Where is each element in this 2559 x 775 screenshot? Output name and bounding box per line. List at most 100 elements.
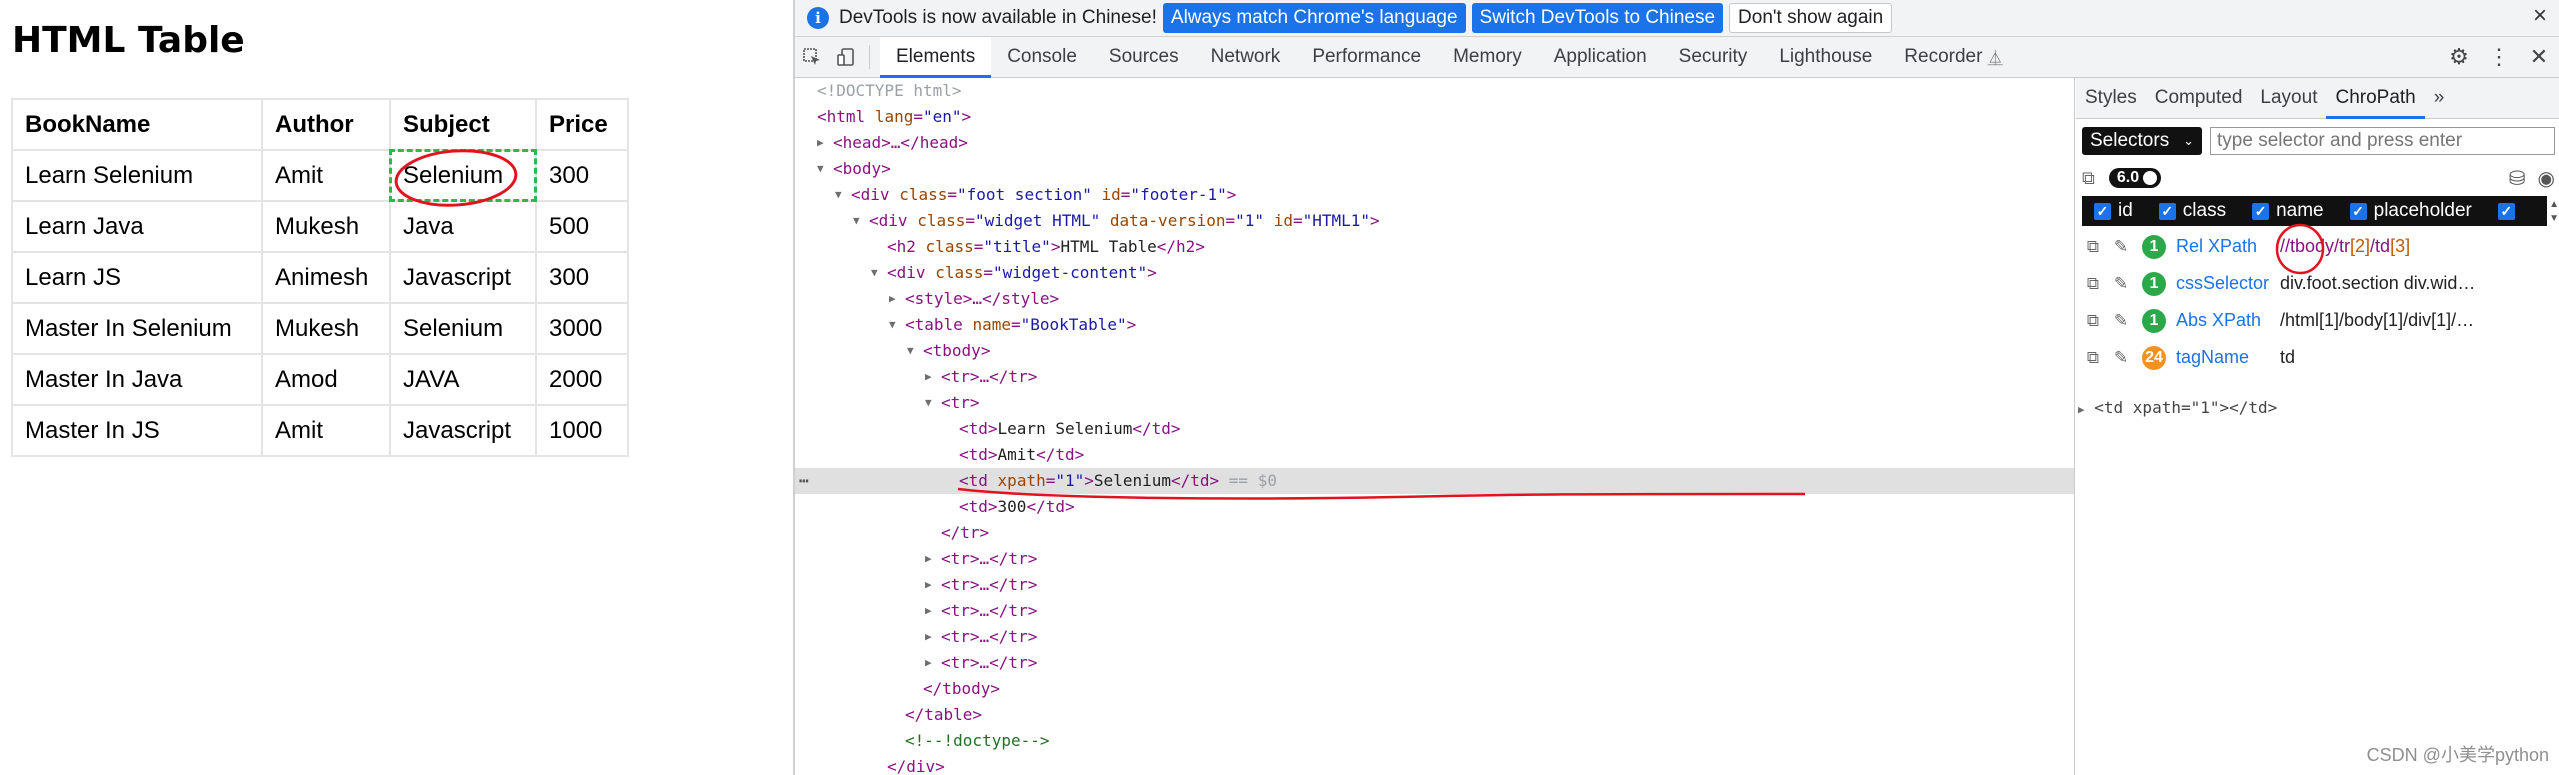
dom-node-body[interactable]: ▼ <body> <box>795 156 2074 182</box>
attr-extra-checkbox[interactable]: ✓ <box>2497 202 2522 220</box>
expand-triangle-icon[interactable]: ▶ <box>925 650 937 676</box>
highlighted-cell[interactable]: Selenium <box>389 149 537 202</box>
edit-pencil-icon[interactable]: ✎ <box>2110 348 2132 368</box>
tab-elements[interactable]: Elements <box>880 37 992 78</box>
locator-value[interactable]: div.foot.section div.wid… <box>2280 273 2475 294</box>
locator-row-tagname[interactable]: ⧉ ✎ 24 tagName td <box>2082 339 2547 376</box>
dom-node-td[interactable]: <td>300</td> <box>795 494 2074 520</box>
dom-node-td[interactable]: <td>Amit</td> <box>795 442 2074 468</box>
collapse-triangle-icon[interactable]: ▼ <box>889 312 901 338</box>
dom-node-tr-collapsed[interactable]: ▶ <tr>…</tr> <box>795 624 2074 650</box>
copy-icon[interactable]: ⧉ <box>2082 274 2104 294</box>
expand-triangle-icon[interactable]: ▶ <box>2078 403 2085 416</box>
tab-security[interactable]: Security <box>1663 37 1764 77</box>
dom-preview[interactable]: ▶ <td xpath="1"></td> <box>2078 398 2277 417</box>
infobar-close-icon[interactable]: × <box>2533 2 2547 30</box>
target-icon[interactable]: ◉ <box>2538 166 2555 191</box>
tab-recorder[interactable]: Recorder ⏅ <box>1888 37 2018 77</box>
dom-node-tbody[interactable]: ▼ <tbody> <box>795 338 2074 364</box>
close-devtools-icon[interactable]: ✕ <box>2519 44 2559 70</box>
tab-sources[interactable]: Sources <box>1093 37 1195 77</box>
scroll-up-icon[interactable]: ▲ <box>2549 198 2559 212</box>
dom-node-div-content[interactable]: ▼ <div class="widget-content"> <box>795 260 2074 286</box>
dom-node-table[interactable]: ▼ <table name="BookTable"> <box>795 312 2074 338</box>
attr-id-checkbox[interactable]: ✓ id <box>2094 200 2133 222</box>
dom-node-tr-collapsed[interactable]: ▶ <tr>…</tr> <box>795 546 2074 572</box>
tab-network[interactable]: Network <box>1195 37 1297 77</box>
collapse-triangle-icon[interactable]: ▼ <box>853 208 865 234</box>
filter-settings-icon[interactable]: ⛁ <box>2509 166 2526 191</box>
dom-node-tr-collapsed[interactable]: ▶ <tr>…</tr> <box>795 650 2074 676</box>
collapse-triangle-icon[interactable]: ▼ <box>835 182 847 208</box>
tab-memory[interactable]: Memory <box>1437 37 1538 77</box>
inspect-element-icon[interactable] <box>795 37 829 77</box>
tab-chropath[interactable]: ChroPath <box>2326 78 2426 119</box>
expand-triangle-icon[interactable]: ▶ <box>925 546 937 572</box>
dom-node-table-close[interactable]: </table> <box>795 702 2074 728</box>
dom-node-tr-close[interactable]: </tr> <box>795 520 2074 546</box>
dont-show-again-button[interactable]: Don't show again <box>1729 3 1893 33</box>
collapse-triangle-icon[interactable]: ▼ <box>925 390 937 416</box>
tab-lighthouse[interactable]: Lighthouse <box>1763 37 1888 77</box>
expand-triangle-icon[interactable]: ▶ <box>925 598 937 624</box>
more-tabs-icon[interactable]: » <box>2425 78 2454 118</box>
node-actions-ellipsis-icon[interactable]: ⋯ <box>799 468 809 494</box>
locator-value[interactable]: //tbody/tr[2]/td[3] <box>2280 236 2410 257</box>
dom-node-tr-collapsed[interactable]: ▶ <tr>…</tr> <box>795 598 2074 624</box>
tab-styles[interactable]: Styles <box>2076 78 2146 118</box>
settings-gear-icon[interactable]: ⚙ <box>2439 44 2479 70</box>
collapse-triangle-icon[interactable]: ▼ <box>817 156 829 182</box>
edit-pencil-icon[interactable]: ✎ <box>2110 274 2132 294</box>
attr-scroll-arrows[interactable]: ▲ ▼ <box>2549 198 2559 226</box>
copy-icon[interactable]: ⧉ <box>2082 311 2104 331</box>
dom-node-tr-expanded[interactable]: ▼ <tr> <box>795 390 2074 416</box>
locator-row-css[interactable]: ⧉ ✎ 1 cssSelector div.foot.section div.w… <box>2082 265 2547 302</box>
tab-performance[interactable]: Performance <box>1296 37 1437 77</box>
dom-node-head[interactable]: ▶ <head>…</head> <box>795 130 2074 156</box>
scroll-down-icon[interactable]: ▼ <box>2549 212 2559 226</box>
dom-node-div-close[interactable]: </div> <box>795 754 2074 775</box>
switch-to-chinese-button[interactable]: Switch DevTools to Chinese <box>1471 3 1724 33</box>
dom-node-div-footer[interactable]: ▼ <div class="foot section" id="footer-1"… <box>795 182 2074 208</box>
edit-pencil-icon[interactable]: ✎ <box>2110 237 2132 257</box>
locator-row-rel-xpath[interactable]: ⧉ ✎ 1 Rel XPath //tbody/tr[2]/td[3] <box>2082 228 2547 265</box>
version-toggle[interactable]: 6.0 <box>2108 168 2162 188</box>
attr-class-checkbox[interactable]: ✓ class <box>2158 200 2226 222</box>
tab-application[interactable]: Application <box>1538 37 1663 77</box>
collapse-triangle-icon[interactable]: ▼ <box>907 338 919 364</box>
dom-node-tr-collapsed[interactable]: ▶ <tr>…</tr> <box>795 364 2074 390</box>
locator-value[interactable]: td <box>2280 347 2295 368</box>
dom-node-tbody-close[interactable]: </tbody> <box>795 676 2074 702</box>
expand-triangle-icon[interactable]: ▶ <box>925 364 937 390</box>
copy-icon[interactable]: ⧉ <box>2082 348 2104 368</box>
tab-computed[interactable]: Computed <box>2146 78 2252 118</box>
dom-node-h2[interactable]: <h2 class="title">HTML Table</h2> <box>795 234 2074 260</box>
dom-node-html[interactable]: <html lang="en"> <box>795 104 2074 130</box>
dom-node-div-widget[interactable]: ▼ <div class="widget HTML" data-version="… <box>795 208 2074 234</box>
copy-icon[interactable]: ⧉ <box>2082 168 2095 189</box>
dom-node-td[interactable]: <td>Learn Selenium</td> <box>795 416 2074 442</box>
selector-input[interactable] <box>2210 127 2555 155</box>
attr-placeholder-checkbox[interactable]: ✓ placeholder <box>2349 200 2472 222</box>
dom-node-style[interactable]: ▶ <style>…</style> <box>795 286 2074 312</box>
more-options-icon[interactable]: ⋮ <box>2479 44 2519 70</box>
selectors-dropdown[interactable]: Selectors ⌄ <box>2082 127 2202 155</box>
tab-layout[interactable]: Layout <box>2251 78 2326 118</box>
expand-triangle-icon[interactable]: ▶ <box>925 572 937 598</box>
tab-console[interactable]: Console <box>991 37 1093 77</box>
dom-node-td-selected[interactable]: ⋯ <td xpath="1">Selenium</td> == $0 <box>795 468 2074 494</box>
expand-triangle-icon[interactable]: ▶ <box>817 130 829 156</box>
always-match-language-button[interactable]: Always match Chrome's language <box>1162 3 1466 33</box>
dom-node-tr-collapsed[interactable]: ▶ <tr>…</tr> <box>795 572 2074 598</box>
dom-node-doctype[interactable]: <!DOCTYPE html> <box>795 78 2074 104</box>
expand-triangle-icon[interactable]: ▶ <box>925 624 937 650</box>
locator-row-abs-xpath[interactable]: ⧉ ✎ 1 Abs XPath /html[1]/body[1]/div[1]/… <box>2082 302 2547 339</box>
attr-name-checkbox[interactable]: ✓ name <box>2252 200 2324 222</box>
edit-pencil-icon[interactable]: ✎ <box>2110 311 2132 331</box>
locator-value[interactable]: /html[1]/body[1]/div[1]/… <box>2280 310 2474 331</box>
collapse-triangle-icon[interactable]: ▼ <box>871 260 883 286</box>
expand-triangle-icon[interactable]: ▶ <box>889 286 901 312</box>
device-toggle-icon[interactable] <box>829 37 863 77</box>
copy-icon[interactable]: ⧉ <box>2082 237 2104 257</box>
dom-node-comment[interactable]: <!--!doctype--> <box>795 728 2074 754</box>
